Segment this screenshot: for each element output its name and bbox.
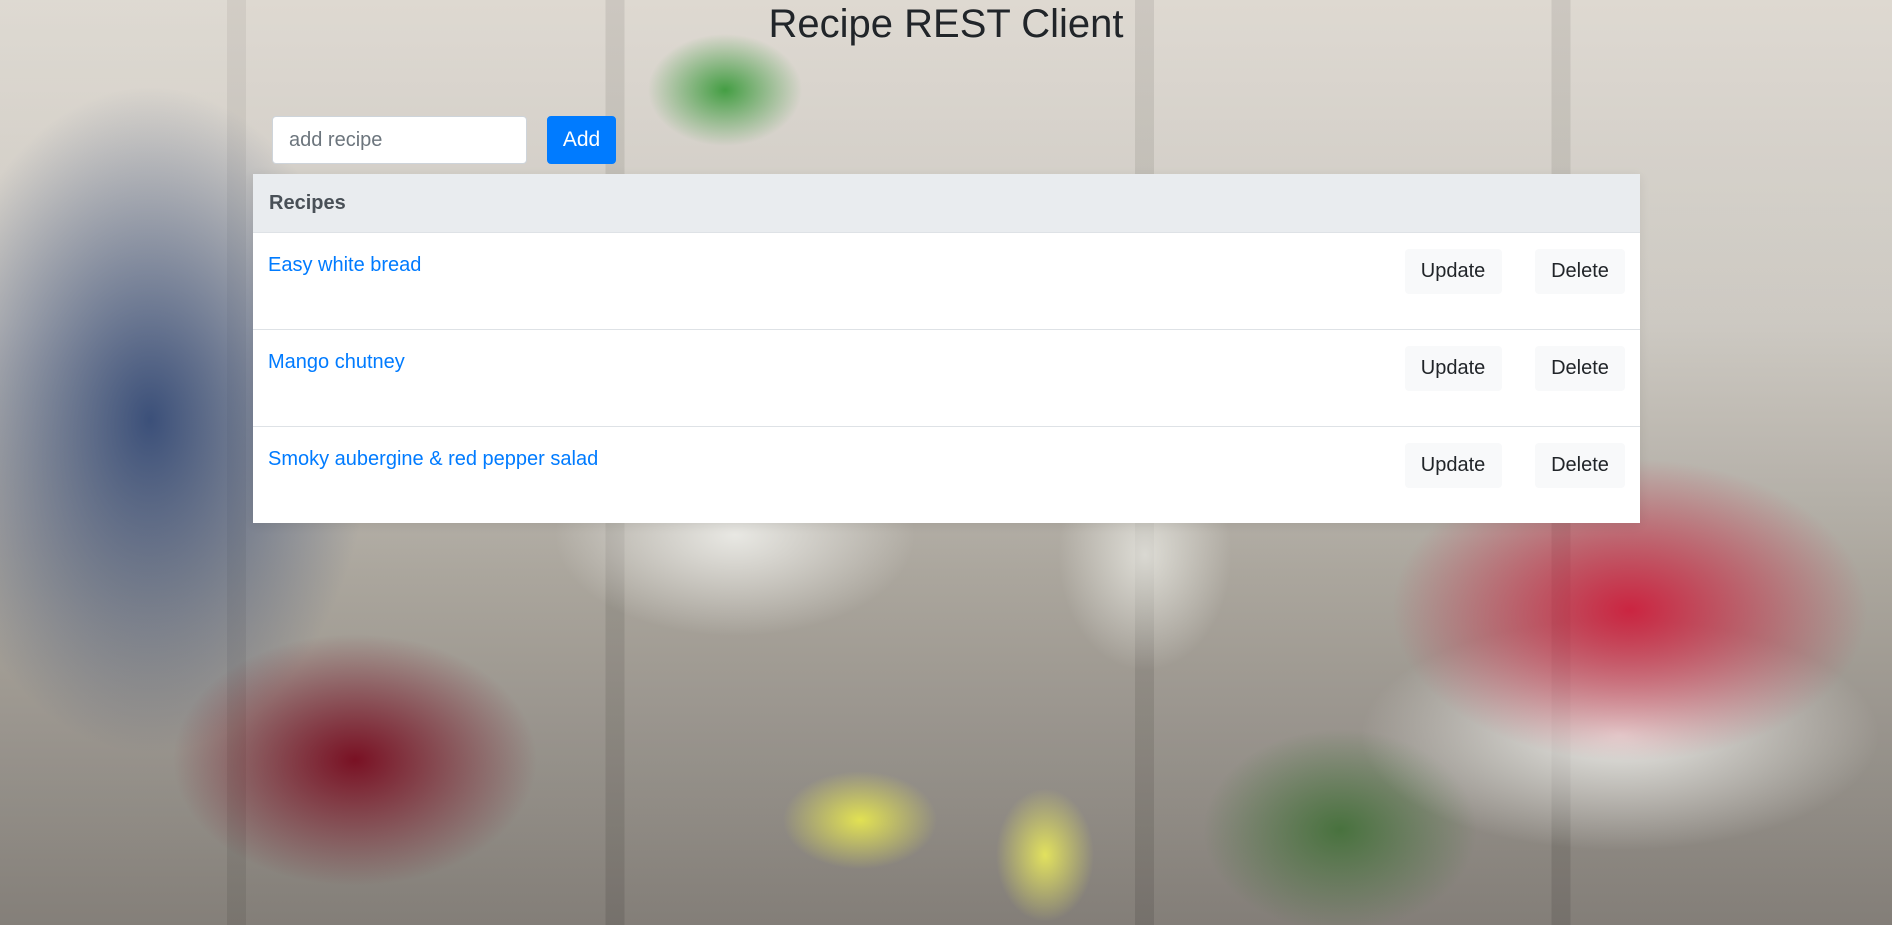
delete-button-smoky-aubergine-red-pepper-salad[interactable]: Delete [1535,443,1625,488]
recipes-header: Recipes [253,174,1640,233]
recipes-table: Recipes Easy white bread Update Delete M… [253,174,1640,523]
delete-button-easy-white-bread[interactable]: Delete [1535,249,1625,294]
recipe-row-mango-chutney: Mango chutney Update Delete [253,329,1640,427]
add-button[interactable]: Add [547,116,616,164]
recipe-name-cell: Smoky aubergine & red pepper salad [253,426,1375,523]
delete-button-mango-chutney[interactable]: Delete [1535,346,1625,391]
add-recipe-form: Add [272,116,616,164]
recipe-link-smoky-aubergine-red-pepper-salad[interactable]: Smoky aubergine & red pepper salad [268,448,598,470]
recipe-name-cell: Easy white bread [253,232,1375,330]
recipe-rest-client-page: { "page": { "title": "Recipe REST Client… [0,0,1892,925]
recipe-link-mango-chutney[interactable]: Mango chutney [268,351,405,373]
page-title: Recipe REST Client [768,2,1124,46]
update-button-mango-chutney[interactable]: Update [1404,346,1502,391]
recipe-name-cell: Mango chutney [253,329,1375,427]
recipe-actions-cell: Update Delete [1375,426,1640,523]
recipe-row-easy-white-bread: Easy white bread Update Delete [253,232,1640,330]
update-button-smoky-aubergine-red-pepper-salad[interactable]: Update [1404,443,1502,488]
recipes-header-row: Recipes [253,174,1640,233]
recipe-actions-cell: Update Delete [1375,329,1640,427]
recipe-row-smoky-aubergine-red-pepper-salad: Smoky aubergine & red pepper salad Updat… [253,426,1640,523]
recipe-link-easy-white-bread[interactable]: Easy white bread [268,254,421,276]
recipes-table-header: Recipes [253,174,1640,233]
recipe-input[interactable] [272,116,527,164]
update-button-easy-white-bread[interactable]: Update [1404,249,1502,294]
recipes-table-body: Easy white bread Update Delete Mango chu… [253,232,1640,523]
recipe-actions-cell: Update Delete [1375,232,1640,330]
